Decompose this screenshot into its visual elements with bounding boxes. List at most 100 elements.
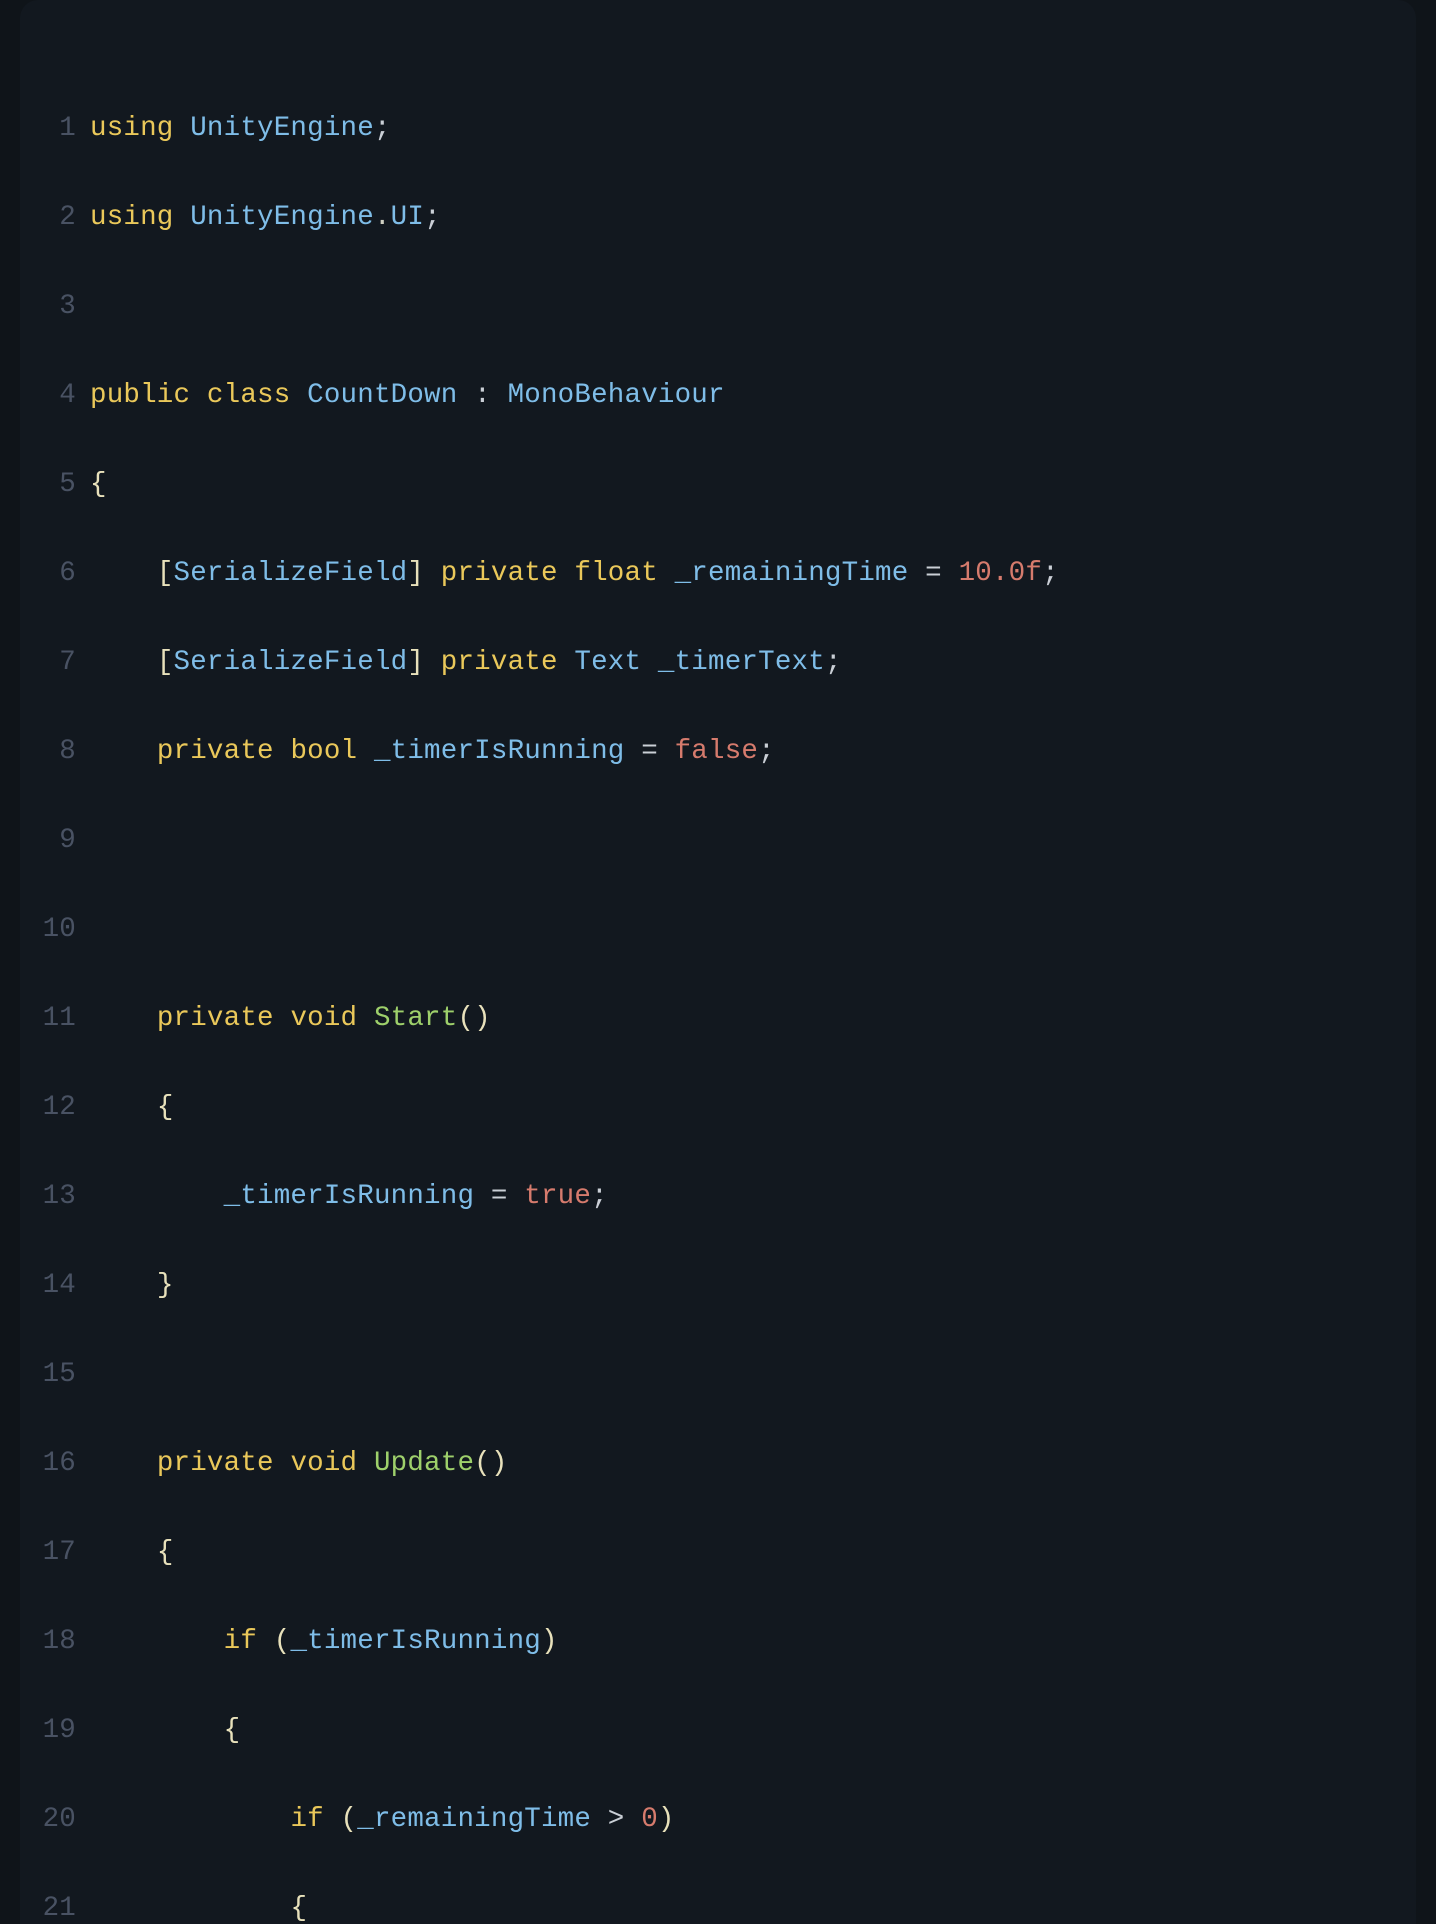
keyword: private	[441, 647, 558, 678]
punct: :	[474, 380, 491, 411]
class-name: CountDown	[307, 380, 457, 411]
line-number: 7	[20, 641, 90, 686]
line-number: 16	[20, 1442, 90, 1487]
line-number: 17	[20, 1531, 90, 1576]
brace: {	[157, 1537, 174, 1568]
code-line: 13 _timerIsRunning = true;	[20, 1175, 1416, 1220]
keyword: private	[157, 1003, 274, 1034]
line-number: 21	[20, 1887, 90, 1924]
function: Update	[374, 1448, 474, 1479]
punct: ;	[591, 1181, 608, 1212]
code-line: 12 {	[20, 1086, 1416, 1131]
keyword: public	[90, 380, 190, 411]
code-line: 17 {	[20, 1531, 1416, 1576]
code-line: 10	[20, 908, 1416, 953]
paren: )	[658, 1804, 675, 1835]
line-number: 18	[20, 1620, 90, 1665]
keyword: private	[157, 1448, 274, 1479]
keyword: if	[224, 1626, 257, 1657]
keyword: void	[290, 1003, 357, 1034]
brace: {	[224, 1715, 241, 1746]
code-line: 14 }	[20, 1264, 1416, 1309]
keyword: float	[574, 558, 658, 589]
operator: >	[608, 1804, 625, 1835]
line-number: 9	[20, 819, 90, 864]
code-line: 19 {	[20, 1709, 1416, 1754]
bracket: ]	[407, 558, 424, 589]
line-number: 14	[20, 1264, 90, 1309]
code-line: 20 if (_remainingTime > 0)	[20, 1798, 1416, 1843]
code-line: 9	[20, 819, 1416, 864]
brace: {	[157, 1092, 174, 1123]
keyword: private	[157, 736, 274, 767]
code-line: 5{	[20, 463, 1416, 508]
operator: =	[925, 558, 942, 589]
number: 0	[641, 1804, 658, 1835]
punct: ;	[374, 113, 391, 144]
line-number: 12	[20, 1086, 90, 1131]
line-number: 1	[20, 107, 90, 152]
class-name: MonoBehaviour	[508, 380, 725, 411]
operator: =	[491, 1181, 508, 1212]
identifier: _timerIsRunning	[290, 1626, 541, 1657]
identifier: _remainingTime	[357, 1804, 591, 1835]
line-number: 2	[20, 196, 90, 241]
paren: (	[341, 1804, 358, 1835]
attribute: SerializeField	[174, 647, 408, 678]
boolean: false	[675, 736, 759, 767]
line-number: 20	[20, 1798, 90, 1843]
line-number: 11	[20, 997, 90, 1042]
line-number: 10	[20, 908, 90, 953]
keyword: using	[90, 202, 174, 233]
line-number: 6	[20, 552, 90, 597]
keyword: private	[441, 558, 558, 589]
keyword: bool	[290, 736, 357, 767]
identifier: _timerIsRunning	[374, 736, 625, 767]
code-line: 2using UnityEngine.UI;	[20, 196, 1416, 241]
code-line: 11 private void Start()	[20, 997, 1416, 1042]
bracket: [	[157, 558, 174, 589]
identifier: UnityEngine	[190, 202, 374, 233]
paren: ()	[457, 1003, 490, 1034]
brace: }	[157, 1270, 174, 1301]
identifier: UnityEngine	[190, 113, 374, 144]
paren: )	[541, 1626, 558, 1657]
line-number: 15	[20, 1353, 90, 1398]
attribute: SerializeField	[174, 558, 408, 589]
code-line: 8 private bool _timerIsRunning = false;	[20, 730, 1416, 775]
bracket: ]	[407, 647, 424, 678]
code-line: 1using UnityEngine;	[20, 107, 1416, 152]
keyword: void	[290, 1448, 357, 1479]
line-number: 8	[20, 730, 90, 775]
punct: ;	[825, 647, 842, 678]
keyword: if	[290, 1804, 323, 1835]
identifier: _timerIsRunning	[224, 1181, 475, 1212]
keyword: class	[207, 380, 291, 411]
code-line: 18 if (_timerIsRunning)	[20, 1620, 1416, 1665]
code-line: 3	[20, 285, 1416, 330]
line-number: 4	[20, 374, 90, 419]
identifier: _timerText	[658, 647, 825, 678]
type: Text	[574, 647, 641, 678]
punct: ;	[424, 202, 441, 233]
boolean: true	[524, 1181, 591, 1212]
brace: {	[290, 1893, 307, 1924]
code-line: 7 [SerializeField] private Text _timerTe…	[20, 641, 1416, 686]
code-editor[interactable]: 1using UnityEngine; 2using UnityEngine.U…	[20, 0, 1416, 1924]
code-line: 16 private void Update()	[20, 1442, 1416, 1487]
number: 10.0f	[959, 558, 1043, 589]
paren: ()	[474, 1448, 507, 1479]
keyword: using	[90, 113, 174, 144]
bracket: [	[157, 647, 174, 678]
brace: {	[90, 469, 107, 500]
identifier: UI	[391, 202, 424, 233]
line-number: 19	[20, 1709, 90, 1754]
punct: .	[374, 202, 391, 233]
line-number: 13	[20, 1175, 90, 1220]
code-line: 21 {	[20, 1887, 1416, 1924]
identifier: _remainingTime	[675, 558, 909, 589]
line-number: 3	[20, 285, 90, 330]
code-line: 4public class CountDown : MonoBehaviour	[20, 374, 1416, 419]
operator: =	[641, 736, 658, 767]
paren: (	[274, 1626, 291, 1657]
